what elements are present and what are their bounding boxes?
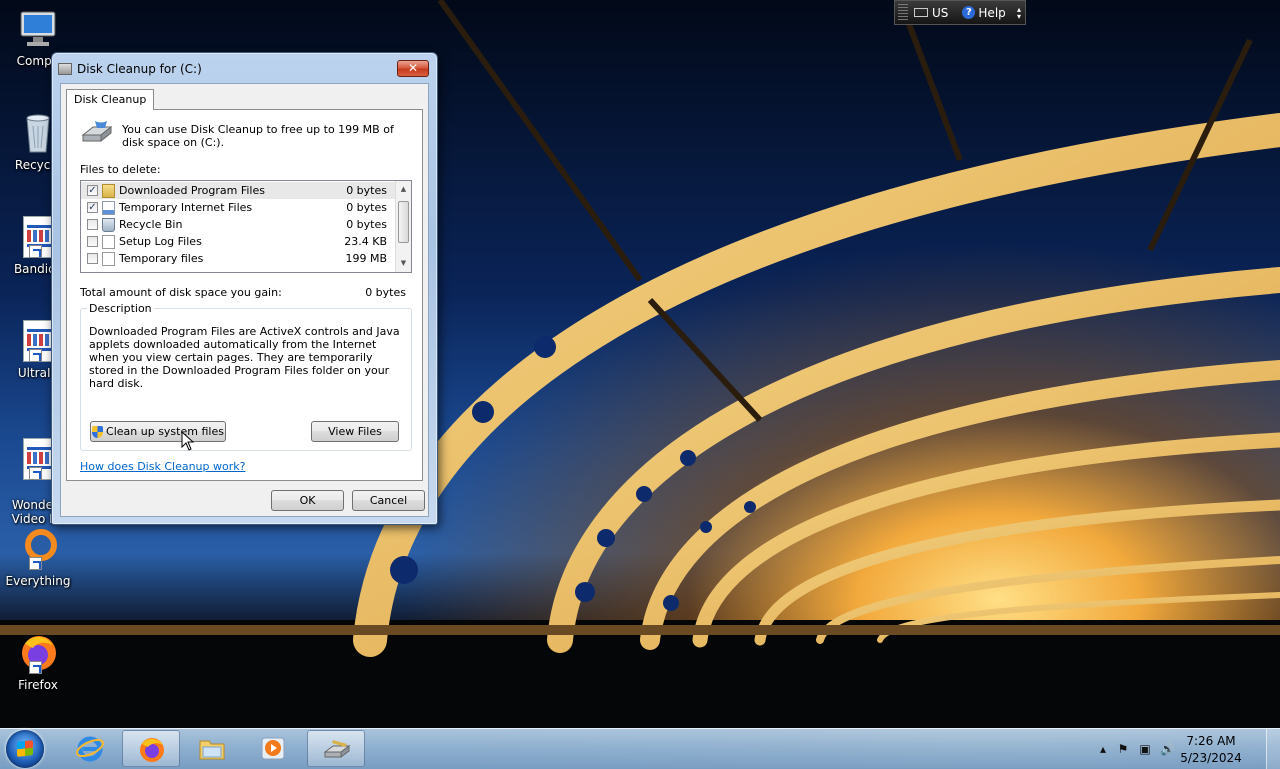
media-player-icon: [261, 737, 285, 760]
file-category-name: Recycle Bin: [119, 218, 183, 231]
shortcut-arrow-icon: [29, 349, 42, 362]
language-bar-options-icon[interactable]: ▴ ▾: [1017, 5, 1021, 20]
total-space-value: 0 bytes: [365, 286, 406, 299]
language-bar[interactable]: US ? Help ▴ ▾: [894, 0, 1026, 25]
scroll-thumb[interactable]: [398, 201, 409, 243]
shortcut-arrow-icon: [29, 467, 42, 480]
description-group: Description Downloaded Program Files are…: [80, 302, 412, 451]
checkbox[interactable]: [87, 219, 98, 230]
internet-explorer-icon: [76, 736, 104, 762]
desktop-icon-label: Firefox: [18, 678, 58, 692]
show-hidden-icons-icon[interactable]: ▴: [1096, 742, 1110, 756]
checkbox[interactable]: [87, 236, 98, 247]
disk-drive-icon: [81, 121, 113, 143]
disk-cleanup-title-icon: [58, 63, 72, 75]
how-does-disk-cleanup-work-link[interactable]: How does Disk Cleanup work?: [80, 460, 245, 473]
taskbar-internet-explorer[interactable]: [61, 730, 119, 767]
computer-icon: [17, 8, 59, 50]
show-desktop-button[interactable]: [1266, 729, 1280, 769]
list-item-setup-log-files[interactable]: Setup Log Files 23.4 KB: [81, 233, 397, 250]
dialog-titlebar[interactable]: Disk Cleanup for (C:) ✕: [58, 58, 429, 80]
mouse-cursor-icon: [181, 431, 195, 451]
action-center-flag-icon[interactable]: ⚑: [1116, 742, 1130, 756]
desktop-icon-everything[interactable]: Everything: [0, 528, 76, 588]
description-legend: Description: [87, 302, 154, 315]
keyboard-icon: [914, 8, 928, 17]
total-space-label: Total amount of disk space you gain:: [80, 286, 282, 299]
cancel-button[interactable]: Cancel: [352, 490, 425, 511]
list-item-temporary-files[interactable]: Temporary files 199 MB: [81, 250, 397, 267]
taskbar-disk-cleanup[interactable]: [307, 730, 365, 767]
windows-explorer-icon: [199, 740, 225, 760]
language-bar-grip[interactable]: [898, 4, 908, 21]
clean-up-system-files-label: Clean up system files: [106, 425, 224, 438]
disk-cleanup-dialog: Disk Cleanup for (C:) ✕ Disk Cleanup You…: [51, 52, 438, 525]
firefox-icon: [140, 738, 164, 762]
checkbox[interactable]: ✓: [87, 202, 98, 213]
help-icon: ?: [962, 6, 976, 19]
list-item-recycle-bin[interactable]: Recycle Bin 0 bytes: [81, 216, 397, 233]
everything-shortcut-icon: [17, 528, 59, 570]
file-category-name: Downloaded Program Files: [119, 184, 265, 197]
checkbox[interactable]: [87, 253, 98, 264]
checkbox[interactable]: ✓: [87, 185, 98, 196]
taskbar-media-player[interactable]: [244, 730, 302, 767]
dialog-title: Disk Cleanup for (C:): [77, 62, 202, 76]
dialog-client-area: Disk Cleanup You can use Disk Cleanup to…: [60, 83, 429, 517]
scroll-up-icon[interactable]: ▲: [396, 182, 411, 197]
document-icon: [102, 200, 115, 215]
tab-panel: You can use Disk Cleanup to free up to 1…: [66, 109, 423, 481]
file-category-name: Setup Log Files: [119, 235, 202, 248]
intro-text: You can use Disk Cleanup to free up to 1…: [122, 123, 394, 149]
list-item-downloaded-program-files[interactable]: ✓ Downloaded Program Files 0 bytes: [81, 182, 397, 199]
files-to-delete-list[interactable]: ✓ Downloaded Program Files 0 bytes ✓ Tem…: [80, 180, 412, 273]
taskbar-firefox[interactable]: [122, 730, 180, 767]
start-button[interactable]: [6, 730, 44, 768]
list-scrollbar[interactable]: ▲ ▼: [395, 181, 411, 272]
clean-up-system-files-button[interactable]: Clean up system files: [90, 421, 226, 442]
file-category-size: 23.4 KB: [344, 235, 387, 248]
clock-date[interactable]: 5/23/2024: [1176, 751, 1246, 765]
file-category-size: 0 bytes: [346, 184, 387, 197]
file-category-size: 199 MB: [345, 252, 387, 265]
file-category-name: Temporary files: [119, 252, 204, 265]
uac-shield-icon: [92, 425, 104, 438]
firefox-shortcut-icon: [17, 632, 59, 674]
network-icon[interactable]: ▣: [1138, 742, 1152, 756]
file-category-size: 0 bytes: [346, 218, 387, 231]
blank-document-icon: [102, 234, 115, 249]
desktop-icon-firefox[interactable]: Firefox: [0, 632, 76, 692]
language-label[interactable]: US: [932, 6, 948, 20]
file-category-name: Temporary Internet Files: [119, 201, 253, 214]
description-text: Downloaded Program Files are ActiveX con…: [89, 325, 400, 390]
files-to-delete-label: Files to delete:: [80, 163, 161, 176]
desktop-icon-label: Everything: [5, 574, 71, 588]
shortcut-arrow-icon: [29, 245, 42, 258]
ok-button[interactable]: OK: [271, 490, 344, 511]
taskbar-windows-explorer[interactable]: [183, 730, 241, 767]
recycle-bin-icon: [102, 217, 115, 232]
file-category-size: 0 bytes: [346, 201, 387, 214]
taskbar: ▴ ⚑ ▣ 🔊 7:26 AM 5/23/2024: [0, 728, 1280, 769]
tab-disk-cleanup[interactable]: Disk Cleanup: [66, 89, 155, 110]
shortcut-arrow-icon: [29, 661, 42, 674]
disk-cleanup-icon: [323, 740, 351, 758]
view-files-button[interactable]: View Files: [311, 421, 399, 442]
windows-logo-icon: [17, 740, 33, 757]
close-button[interactable]: ✕: [397, 60, 429, 77]
list-item-temporary-internet-files[interactable]: ✓ Temporary Internet Files 0 bytes: [81, 199, 397, 216]
folder-icon: [102, 183, 115, 198]
clock-time[interactable]: 7:26 AM: [1176, 734, 1246, 748]
shortcut-arrow-icon: [29, 557, 42, 570]
volume-icon[interactable]: 🔊: [1160, 742, 1175, 756]
blank-document-icon: [102, 251, 115, 266]
scroll-down-icon[interactable]: ▼: [396, 256, 411, 271]
help-label[interactable]: Help: [978, 6, 1005, 20]
notification-area: ▴ ⚑ ▣ 🔊 7:26 AM 5/23/2024: [1090, 729, 1280, 769]
